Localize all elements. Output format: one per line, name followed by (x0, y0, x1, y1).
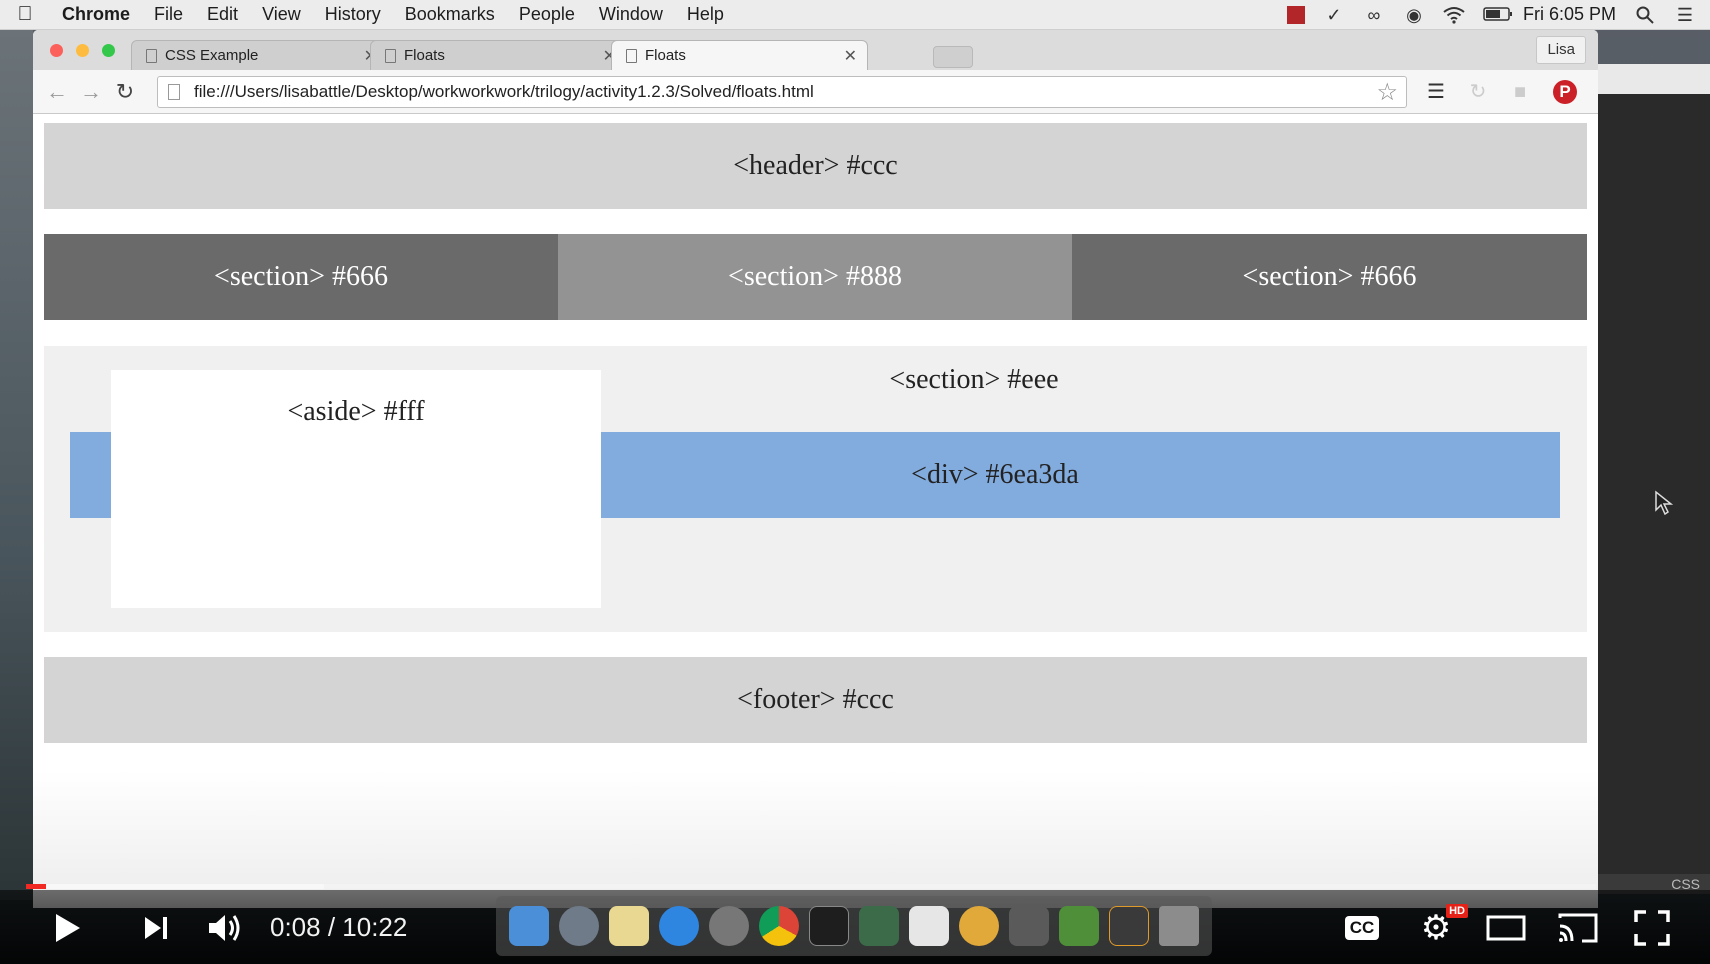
demo-footer: <footer> #ccc (44, 657, 1587, 743)
demo-section-eee: <section> #eee <div> #6ea3da <aside> #ff… (44, 346, 1587, 632)
menu-window[interactable]: Window (587, 4, 675, 25)
slack-icon[interactable] (909, 906, 949, 946)
browser-toolbar: ← → ↻ file:///Users/lisabattle/Desktop/w… (33, 70, 1598, 114)
finder-icon[interactable] (509, 906, 549, 946)
sequel-pro-icon[interactable] (959, 906, 999, 946)
sync-extension-icon[interactable]: ↻ (1465, 80, 1491, 104)
player-controls: 0:08 / 10:22 CC ⚙ HD (0, 890, 1710, 964)
bookmark-star-icon[interactable]: ☆ (1376, 78, 1406, 107)
chrome-icon[interactable] (759, 906, 799, 946)
menu-view[interactable]: View (250, 4, 313, 25)
menubar-clock[interactable]: Fri 6:05 PM (1523, 4, 1616, 25)
trash-icon[interactable] (1159, 906, 1199, 946)
disabled-extension-icon[interactable]: ■ (1507, 80, 1533, 104)
section-eee-label: <section> #eee (889, 364, 1059, 395)
screen: CSS  Chrome File Edit View History Book… (0, 0, 1710, 964)
tab-floats-active[interactable]: Floats ✕ (611, 40, 868, 70)
page-icon (168, 84, 180, 100)
cc-label: CC (1344, 916, 1380, 940)
wifi-icon[interactable] (1443, 6, 1465, 24)
minimize-window-button[interactable] (76, 44, 89, 57)
editor-titlebar (1598, 64, 1710, 94)
tab-title: CSS Example (165, 47, 259, 64)
spotlight-search-icon[interactable] (1634, 6, 1656, 24)
new-tab-button[interactable] (933, 46, 973, 68)
close-tab-icon[interactable]: ✕ (844, 46, 857, 66)
notification-center-icon[interactable]: ☰ (1674, 6, 1696, 24)
browser-window: CSS Example ✕ Floats ✕ Floats ✕ Lisa ← →… (33, 30, 1598, 908)
layers-extension-icon[interactable]: ☰ (1423, 80, 1449, 104)
notes-icon[interactable] (609, 906, 649, 946)
zoom-window-button[interactable] (102, 44, 115, 57)
tab-title: Floats (404, 47, 445, 64)
hd-badge: HD (1446, 904, 1468, 918)
forward-arrow-icon[interactable]: → (77, 79, 105, 105)
creative-cloud-icon[interactable]: ◉ (1403, 6, 1425, 24)
tab-title: Floats (645, 47, 686, 64)
back-arrow-icon[interactable]: ← (43, 79, 71, 105)
demo-header: <header> #ccc (44, 123, 1587, 209)
menu-bar:  Chrome File Edit View History Bookmark… (0, 0, 1710, 30)
app-grid-icon[interactable] (1009, 906, 1049, 946)
menu-app-chrome[interactable]: Chrome (50, 4, 142, 25)
url-text[interactable]: file:///Users/lisabattle/Desktop/workwor… (194, 82, 1376, 102)
demo-section-left: <section> #666 (44, 234, 558, 320)
close-window-button[interactable] (50, 44, 63, 57)
play-icon[interactable] (48, 908, 88, 948)
menu-edit[interactable]: Edit (195, 4, 250, 25)
demo-section-right: <section> #666 (1072, 234, 1587, 320)
reload-icon[interactable]: ↻ (111, 79, 139, 105)
buffered-bar (26, 884, 325, 889)
sublime-text-icon[interactable] (1109, 906, 1149, 946)
desktop-background (0, 30, 33, 900)
checkmark-icon[interactable]: ✓ (1323, 6, 1345, 24)
settings-gear-icon[interactable]: ⚙ HD (1414, 904, 1468, 948)
menu-help[interactable]: Help (675, 4, 736, 25)
system-preferences-icon[interactable] (709, 906, 749, 946)
menu-bookmarks[interactable]: Bookmarks (393, 4, 507, 25)
mouse-cursor-icon (1655, 490, 1674, 516)
battery-icon[interactable] (1483, 6, 1512, 24)
next-video-icon[interactable] (136, 908, 176, 948)
video-time: 0:08 / 10:22 (270, 912, 408, 942)
closed-captions-icon[interactable]: CC (1342, 908, 1382, 948)
theater-mode-icon[interactable] (1484, 908, 1528, 948)
tab-floats-1[interactable]: Floats ✕ (370, 40, 627, 70)
link-icon[interactable]: ∞ (1363, 6, 1385, 24)
apple-icon[interactable]:  (0, 3, 50, 26)
div-label: <div> #6ea3da (911, 459, 1079, 490)
editor-window: CSS (1598, 64, 1710, 894)
macos-dock (496, 896, 1212, 956)
terminal-icon[interactable] (809, 906, 849, 946)
menu-history[interactable]: History (313, 4, 393, 25)
menu-file[interactable]: File (142, 4, 195, 25)
page-icon (626, 48, 637, 63)
demo-aside: <aside> #fff (111, 370, 601, 608)
recording-icon[interactable] (1286, 5, 1305, 24)
launchpad-icon[interactable] (559, 906, 599, 946)
tab-strip: CSS Example ✕ Floats ✕ Floats ✕ Lisa (33, 30, 1598, 70)
menu-people[interactable]: People (507, 4, 587, 25)
fullscreen-icon[interactable] (1630, 908, 1674, 948)
chrome-menu-icon[interactable]: ☰ (1594, 80, 1598, 104)
tab-css-example[interactable]: CSS Example ✕ (131, 40, 388, 70)
played-bar (26, 884, 47, 889)
video-progress-bar[interactable] (26, 884, 1596, 889)
cast-icon[interactable] (1556, 908, 1600, 948)
app-store-icon[interactable] (659, 906, 699, 946)
pinterest-icon[interactable]: P (1553, 80, 1577, 104)
page-icon (146, 48, 157, 63)
profile-button[interactable]: Lisa (1536, 36, 1586, 64)
page-icon (385, 48, 396, 63)
camtasia-icon[interactable] (1059, 906, 1099, 946)
volume-icon[interactable] (204, 908, 248, 948)
demo-section-middle: <section> #888 (558, 234, 1072, 320)
sourcetree-icon[interactable] (859, 906, 899, 946)
address-bar[interactable]: file:///Users/lisabattle/Desktop/workwor… (157, 76, 1407, 108)
